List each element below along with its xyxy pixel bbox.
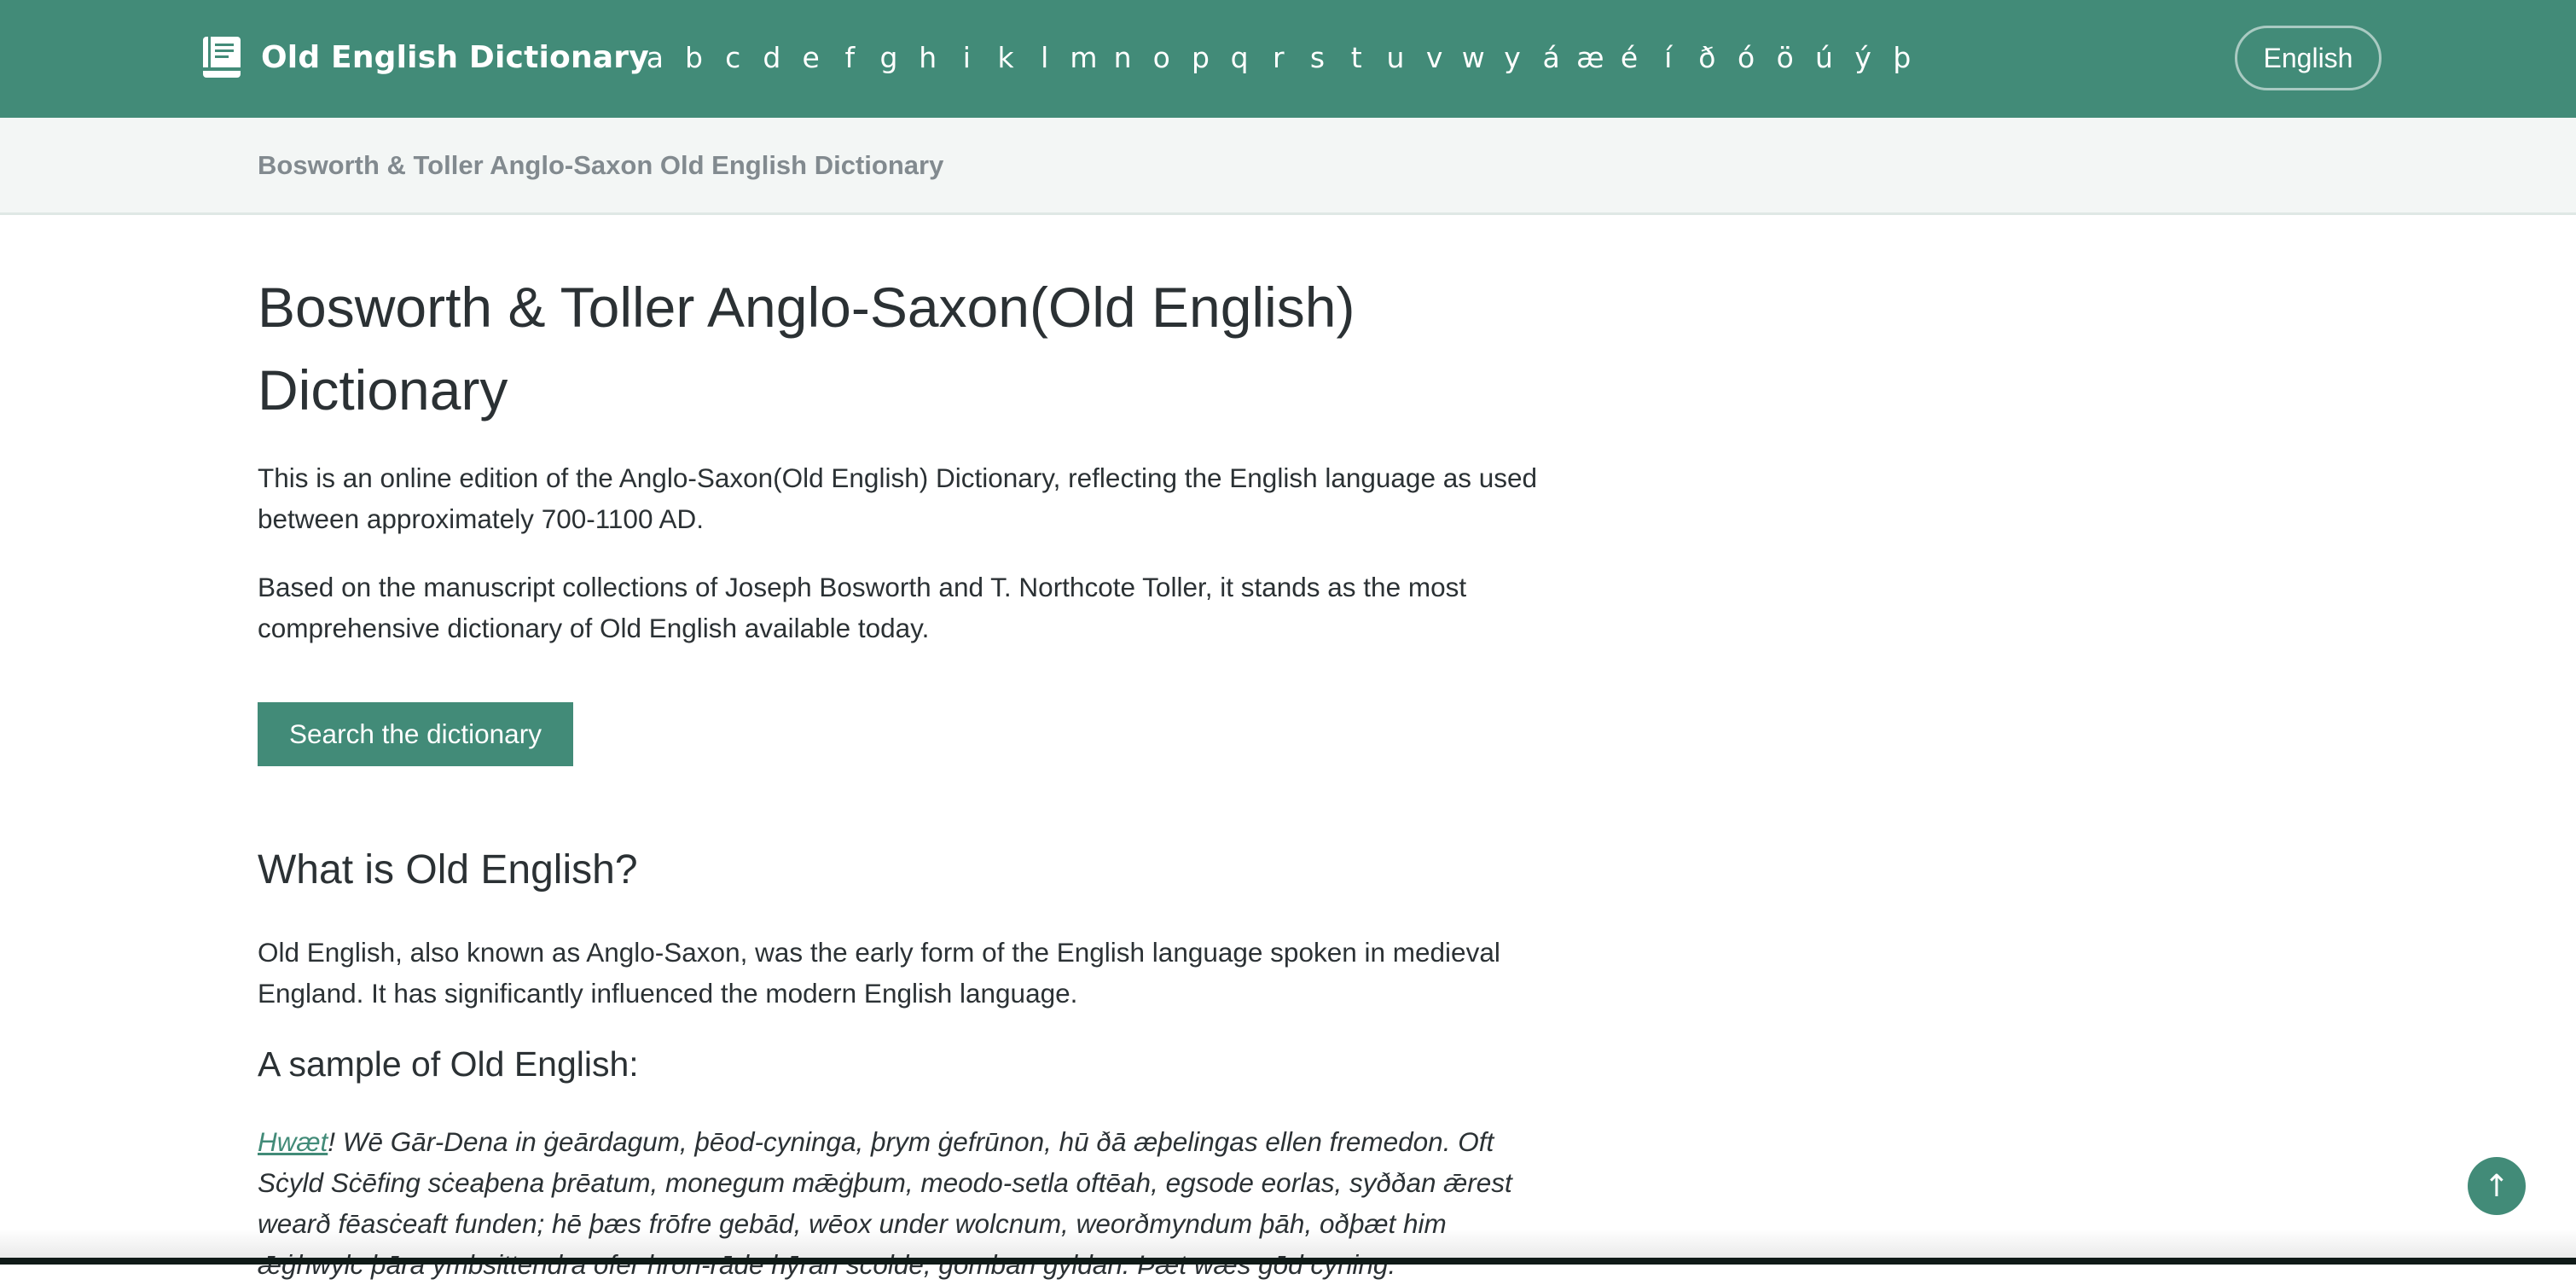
letter-link-q[interactable]: q xyxy=(1220,34,1259,82)
letter-link-æ[interactable]: æ xyxy=(1571,34,1610,82)
letter-link-y[interactable]: y xyxy=(1493,34,1532,82)
sample-text-body: ! Wē Gār-Dena in ġeārdagum, þēod-cyninga… xyxy=(258,1126,1512,1280)
letter-link-w[interactable]: w xyxy=(1453,34,1493,82)
letter-link-e[interactable]: e xyxy=(792,34,831,82)
page-title: Bosworth & Toller Anglo-Saxon(Old Englis… xyxy=(258,276,1355,422)
hwaet-link[interactable]: Hwæt xyxy=(258,1126,328,1157)
letter-link-a[interactable]: a xyxy=(635,34,675,82)
letter-link-m[interactable]: m xyxy=(1065,34,1104,82)
letter-link-ð[interactable]: ð xyxy=(1688,34,1727,82)
letter-link-u[interactable]: u xyxy=(1376,34,1415,82)
intro-paragraph-2: Based on the manuscript collections of J… xyxy=(258,572,1467,643)
letter-link-v[interactable]: v xyxy=(1415,34,1454,82)
window-bottom-edge xyxy=(0,1258,2576,1265)
letter-link-á[interactable]: á xyxy=(1532,34,1571,82)
letter-link-ö[interactable]: ö xyxy=(1766,34,1805,82)
alphabet-nav: abcdefghiklmnopqrstuvwyáæéíðóöúýþ xyxy=(635,34,1922,82)
what-is-old-english-text: Old English, also known as Anglo-Saxon, … xyxy=(258,937,1500,1009)
what-is-old-english-heading: What is Old English? xyxy=(258,847,638,893)
letter-link-t[interactable]: t xyxy=(1337,34,1376,82)
letter-link-d[interactable]: d xyxy=(752,34,792,82)
search-dictionary-button[interactable]: Search the dictionary xyxy=(258,702,573,766)
arrow-up-icon: ↑ xyxy=(2483,1168,2510,1204)
letter-link-i[interactable]: i xyxy=(948,34,987,82)
letter-link-l[interactable]: l xyxy=(1025,34,1065,82)
letter-link-ó[interactable]: ó xyxy=(1726,34,1766,82)
sample-heading: A sample of Old English: xyxy=(258,1044,639,1084)
letter-link-p[interactable]: p xyxy=(1181,34,1221,82)
breadcrumb[interactable]: Bosworth & Toller Anglo-Saxon Old Englis… xyxy=(258,150,943,181)
book-icon xyxy=(203,37,241,78)
letter-link-ú[interactable]: ú xyxy=(1805,34,1844,82)
letter-link-h[interactable]: h xyxy=(908,34,948,82)
language-selector-button[interactable]: English xyxy=(2235,26,2382,90)
letter-link-s[interactable]: s xyxy=(1298,34,1337,82)
letter-link-c[interactable]: c xyxy=(713,34,752,82)
letter-link-k[interactable]: k xyxy=(986,34,1025,82)
breadcrumb-bar: Bosworth & Toller Anglo-Saxon Old Englis… xyxy=(0,118,2576,215)
letter-link-í[interactable]: í xyxy=(1649,34,1688,82)
top-navbar: Old English Dictionary abcdefghiklmnopqr… xyxy=(0,0,2576,118)
intro-paragraph-1: This is an online edition of the Anglo-S… xyxy=(258,462,1538,534)
letter-link-o[interactable]: o xyxy=(1142,34,1181,82)
letter-link-n[interactable]: n xyxy=(1103,34,1142,82)
letter-link-é[interactable]: é xyxy=(1610,34,1649,82)
letter-link-þ[interactable]: þ xyxy=(1883,34,1922,82)
brand-link[interactable]: Old English Dictionary xyxy=(201,32,649,82)
letter-link-r[interactable]: r xyxy=(1259,34,1298,82)
letter-link-b[interactable]: b xyxy=(675,34,714,82)
brand-title: Old English Dictionary xyxy=(261,39,649,75)
letter-link-ý[interactable]: ý xyxy=(1843,34,1883,82)
letter-link-g[interactable]: g xyxy=(869,34,908,82)
letter-link-f[interactable]: f xyxy=(830,34,869,82)
back-to-top-button[interactable]: ↑ xyxy=(2468,1157,2526,1215)
